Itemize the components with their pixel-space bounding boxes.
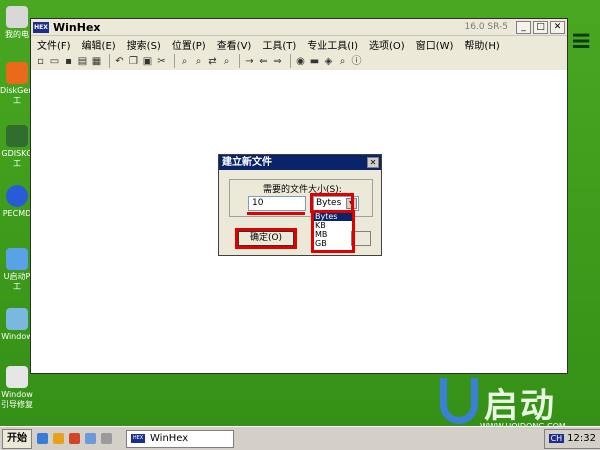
minimize-button[interactable]: _ [516,20,531,34]
forward-icon[interactable]: ⇒ [272,56,283,67]
properties-icon[interactable]: ▦ [91,56,102,67]
toolbar-separator [174,54,175,68]
toolbar: ▫ ▭ ▪ ▤ ▦ ↶ ❐ ▣ ✂ ⌕ ⌕ ⇄ ⌕ → ⇐ ⇒ ◉ ▬ ◈ ⌕ … [31,52,567,71]
start-button[interactable]: 开始 [2,428,32,449]
image-icon[interactable]: ◈ [323,56,334,67]
menu-search[interactable]: 搜索(S) [127,37,161,52]
dialog-close-icon[interactable]: ✕ [367,157,379,168]
quicklaunch-folder-icon[interactable] [53,433,64,444]
desktop-icon-label: Window引导修复 [1,390,33,409]
goto-icon[interactable]: → [244,56,255,67]
search-tool-icon[interactable]: ⌕ [337,56,348,67]
desktop-icon-my-computer[interactable]: 我的电 [0,6,34,40]
language-indicator[interactable]: CH [548,434,565,443]
brand-text: 启动 [484,386,556,426]
desktop-icon-label: U启动P工 [3,272,31,291]
close-button[interactable]: ✕ [550,20,565,34]
quicklaunch-eraser-icon[interactable] [101,433,112,444]
save-icon[interactable]: ▪ [63,56,74,67]
menu-window[interactable]: 窗口(W) [416,37,454,52]
print-icon[interactable]: ▤ [77,56,88,67]
find-icon[interactable]: ⌕ [179,56,190,67]
dialog-title: 建立新文件 [222,157,272,168]
taskbar-item-label: WinHex [150,433,189,444]
desktop-icon-diskgenius[interactable]: DiskGeni工 [0,62,36,106]
taskbar: 开始 HEX WinHex CH 12:32 [0,426,600,450]
pecmd-icon [6,185,28,207]
open-icon[interactable]: ▭ [49,56,60,67]
computer-icon [6,6,28,28]
desktop-icon-label: PECMD [2,209,32,218]
toolbar-separator [290,54,291,68]
cut-icon[interactable]: ✂ [156,56,167,67]
desktop-icon-pecmd[interactable]: PECMD [0,185,34,219]
file-size-input[interactable]: 10 [248,196,306,211]
quicklaunch-app-icon[interactable] [69,433,80,444]
menu-file[interactable]: 文件(F) [37,37,71,52]
back-icon[interactable]: ⇐ [258,56,269,67]
window-title: WinHex [53,20,101,34]
brand-corner-mark: ≡ [570,26,592,56]
desktop-icon-windows[interactable]: Window [0,308,34,342]
menu-view[interactable]: 查看(V) [217,37,252,52]
disk-icon[interactable]: ◉ [295,56,306,67]
highlight-underline-size-input [247,212,305,215]
desktop-icon-label: 我的电 [5,30,29,39]
new-file-dialog: 建立新文件 ✕ 需要的文件大小(S): 10 Bytes ▼ Bytes KB … [218,154,382,256]
highlight-box-ok-button [235,228,297,249]
diskgenius-icon [6,62,28,84]
toolbar-separator [109,54,110,68]
boot-repair-icon [6,366,28,388]
menu-edit[interactable]: 编辑(E) [82,37,116,52]
quicklaunch-desktop-icon[interactable] [37,433,48,444]
ram-icon[interactable]: ▬ [309,56,320,67]
desktop-icon-windows-boot-repair[interactable]: Window引导修复 [0,366,34,410]
clock[interactable]: 12:32 [567,433,596,444]
find-hex-icon[interactable]: ⌕ [193,56,204,67]
menu-help[interactable]: 帮助(H) [464,37,499,52]
dialog-titlebar[interactable]: 建立新文件 ✕ [219,155,381,170]
info-icon[interactable]: ⓘ [351,56,362,67]
new-icon[interactable]: ▫ [35,56,46,67]
menu-options[interactable]: 选项(O) [369,37,405,52]
toolbar-separator [239,54,240,68]
window-titlebar[interactable]: HEX WinHex 16.0 SR-5 _ □ ✕ [31,19,567,36]
uqidong-icon [6,248,28,270]
quicklaunch-explorer-icon[interactable] [85,433,96,444]
highlight-box-unit-list [311,210,355,253]
find-next-icon[interactable]: ⌕ [221,56,232,67]
winhex-task-icon: HEX [131,434,145,443]
system-tray: CH 12:32 [543,428,600,449]
menubar: 文件(F) 编辑(E) 搜索(S) 位置(P) 查看(V) 工具(T) 专业工具… [31,36,567,52]
maximize-button[interactable]: □ [533,20,548,34]
undo-icon[interactable]: ↶ [114,56,125,67]
paste-icon[interactable]: ▣ [142,56,153,67]
taskbar-item-winhex[interactable]: HEX WinHex [126,429,234,448]
copy-icon[interactable]: ❐ [128,56,139,67]
brand-u-icon [440,378,478,424]
window-version: 16.0 SR-5 [464,22,508,32]
winhex-app-icon: HEX [33,21,49,33]
menu-position[interactable]: 位置(P) [172,37,206,52]
replace-icon[interactable]: ⇄ [207,56,218,67]
gdisk-icon [6,125,28,147]
desktop-icon-uqidong[interactable]: U启动P工 [0,248,34,292]
menu-tools[interactable]: 工具(T) [262,37,296,52]
desktop-icon-label: GDISKG工 [1,149,33,168]
menu-specialist-tools[interactable]: 专业工具(I) [307,37,358,52]
desktop-icon-gdiskg[interactable]: GDISKG工 [0,125,34,169]
windows-icon [6,308,28,330]
desktop-icon-label: Window [1,332,33,341]
